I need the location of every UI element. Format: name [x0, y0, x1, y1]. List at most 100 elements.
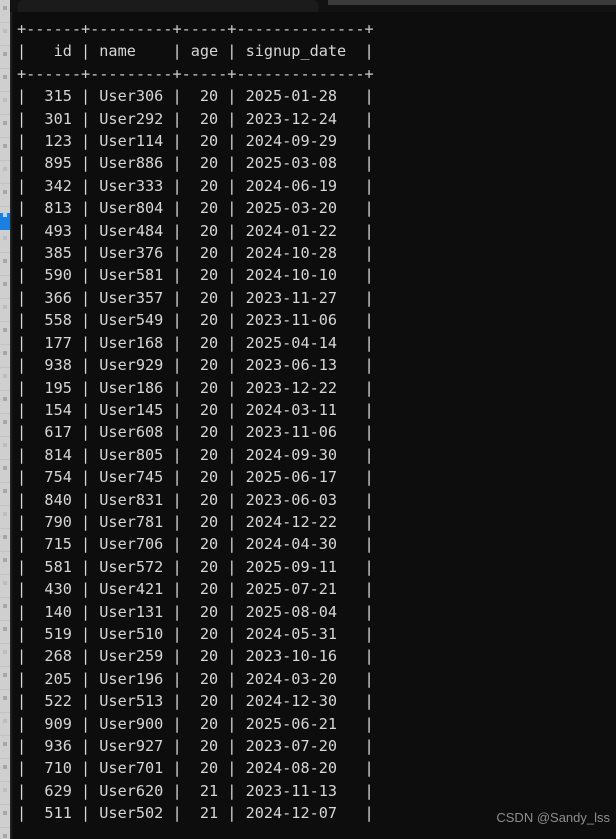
file-icon	[3, 581, 7, 585]
sidebar-file-row[interactable]	[0, 512, 10, 529]
sidebar-file-row[interactable]	[0, 650, 10, 667]
file-icon	[3, 627, 7, 631]
file-icon	[3, 443, 7, 447]
sidebar-file-row[interactable]	[0, 305, 10, 322]
file-icon	[3, 719, 7, 723]
table-row: | 590 | User581 | 20 | 2024-10-10 |	[17, 266, 374, 285]
table-row: | 629 | User620 | 21 | 2023-11-13 |	[17, 781, 374, 800]
file-icon	[3, 236, 7, 240]
file-icon	[3, 604, 7, 608]
sidebar-file-row[interactable]	[0, 167, 10, 184]
table-row: | 909 | User900 | 20 | 2025-06-21 |	[17, 714, 374, 733]
sidebar-file-row[interactable]	[0, 6, 10, 23]
sidebar-file-row[interactable]	[0, 811, 10, 828]
table-row: | 519 | User510 | 20 | 2024-05-31 |	[17, 624, 374, 643]
sidebar-file-row[interactable]	[0, 351, 10, 368]
sidebar-file-row[interactable]	[0, 558, 10, 575]
sidebar-file-row[interactable]	[0, 742, 10, 759]
table-row: | 205 | User196 | 20 | 2024-03-20 |	[17, 669, 374, 688]
file-icon	[3, 834, 7, 838]
table-row: | 511 | User502 | 21 | 2024-12-07 |	[17, 804, 374, 823]
table-row: | 268 | User259 | 20 | 2023-10-16 |	[17, 647, 374, 666]
sidebar-file-row[interactable]	[0, 397, 10, 414]
sidebar-file-row[interactable]	[0, 98, 10, 115]
table-rule-top: +------+---------+-----+--------------+	[17, 20, 374, 38]
sidebar-file-row[interactable]	[0, 719, 10, 736]
file-icon	[3, 742, 7, 746]
table-row: | 195 | User186 | 20 | 2023-12-22 |	[17, 378, 374, 397]
sidebar-file-row[interactable]	[0, 121, 10, 138]
table-row: | 385 | User376 | 20 | 2024-10-28 |	[17, 244, 374, 263]
sidebar-file-row[interactable]	[0, 696, 10, 713]
sidebar-file-row[interactable]	[0, 52, 10, 69]
file-explorer-sidebar[interactable]	[0, 0, 10, 839]
file-icon	[3, 52, 7, 56]
sidebar-file-row[interactable]	[0, 328, 10, 345]
table-row: | 790 | User781 | 20 | 2024-12-22 |	[17, 512, 374, 531]
sidebar-file-row[interactable]	[0, 673, 10, 690]
table-row: | 938 | User929 | 20 | 2023-06-13 |	[17, 356, 374, 375]
sidebar-file-row[interactable]	[0, 420, 10, 437]
sidebar-file-row[interactable]	[0, 535, 10, 552]
file-icon	[3, 512, 7, 516]
file-icon	[3, 98, 7, 102]
table-rule-header: +------+---------+-----+--------------+	[17, 64, 374, 83]
sidebar-file-row[interactable]	[0, 604, 10, 621]
file-icon	[3, 558, 7, 562]
file-icon	[3, 29, 7, 33]
table-row: | 522 | User513 | 20 | 2024-12-30 |	[17, 692, 374, 711]
file-icon	[3, 190, 7, 194]
file-icon	[3, 489, 7, 493]
table-row: | 177 | User168 | 20 | 2025-04-14 |	[17, 333, 374, 352]
file-icon	[3, 213, 7, 217]
sidebar-file-row[interactable]	[0, 75, 10, 92]
sidebar-file-row[interactable]	[0, 489, 10, 506]
table-row: | 754 | User745 | 20 | 2025-06-17 |	[17, 468, 374, 487]
sidebar-file-row[interactable]	[0, 443, 10, 460]
terminal-output[interactable]: +------+---------+-----+--------------+ |…	[13, 12, 616, 839]
sidebar-file-row[interactable]	[0, 144, 10, 161]
terminal-window: +------+---------+-----+--------------+ |…	[0, 0, 616, 839]
sidebar-file-row[interactable]	[0, 213, 10, 230]
sidebar-file-row[interactable]	[0, 259, 10, 276]
file-icon	[3, 811, 7, 815]
sidebar-file-row[interactable]	[0, 29, 10, 46]
file-icon	[3, 121, 7, 125]
table-row: | 936 | User927 | 20 | 2023-07-20 |	[17, 737, 374, 755]
file-icon	[3, 788, 7, 792]
sidebar-file-row[interactable]	[0, 190, 10, 207]
table-row: | 558 | User549 | 20 | 2023-11-06 |	[17, 311, 374, 330]
sidebar-file-row[interactable]	[0, 765, 10, 782]
sidebar-file-row[interactable]	[0, 788, 10, 805]
sidebar-file-row[interactable]	[0, 627, 10, 644]
sidebar-file-row[interactable]	[0, 374, 10, 391]
sidebar-file-row[interactable]	[0, 236, 10, 253]
table-row: | 301 | User292 | 20 | 2023-12-24 |	[17, 109, 374, 128]
table-row: | 840 | User831 | 20 | 2023-06-03 |	[17, 490, 374, 509]
file-icon	[3, 305, 7, 309]
sidebar-file-row[interactable]	[0, 282, 10, 299]
file-icon	[3, 282, 7, 286]
terminal-tab-active[interactable]	[18, 0, 318, 12]
file-icon	[3, 6, 7, 10]
table-row: | 123 | User114 | 20 | 2024-09-29 |	[17, 132, 374, 151]
sidebar-file-row[interactable]	[0, 466, 10, 483]
file-icon	[3, 144, 7, 148]
table-row: | 342 | User333 | 20 | 2024-06-19 |	[17, 176, 374, 195]
file-icon	[3, 696, 7, 700]
terminal-tab-bar-right-strip	[328, 0, 616, 5]
table-row: | 366 | User357 | 20 | 2023-11-27 |	[17, 288, 374, 307]
sidebar-file-row[interactable]	[0, 581, 10, 598]
table-row: | 430 | User421 | 20 | 2025-07-21 |	[17, 580, 374, 599]
table-row: | 140 | User131 | 20 | 2025-08-04 |	[17, 602, 374, 621]
file-icon	[3, 673, 7, 677]
file-icon	[3, 167, 7, 171]
file-icon	[3, 765, 7, 769]
table-header-row: | id | name | age | signup_date |	[17, 42, 374, 61]
file-icon	[3, 535, 7, 539]
table-row: | 710 | User701 | 20 | 2024-08-20 |	[17, 759, 374, 778]
sidebar-file-row[interactable]	[0, 834, 10, 839]
file-icon	[3, 420, 7, 424]
file-icon	[3, 259, 7, 263]
table-row: | 715 | User706 | 20 | 2024-04-30 |	[17, 535, 374, 554]
